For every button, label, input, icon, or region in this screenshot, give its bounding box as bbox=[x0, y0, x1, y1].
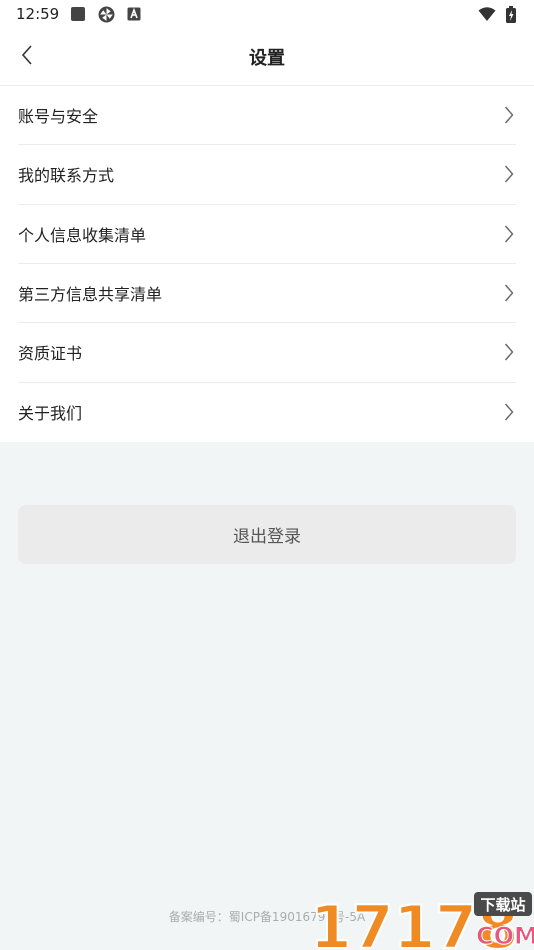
logout-button[interactable]: 退出登录 bbox=[18, 505, 516, 564]
a-box-icon bbox=[125, 5, 143, 23]
square-icon bbox=[69, 5, 87, 23]
menu-item-third-party-sharing[interactable]: 第三方信息共享清单 bbox=[18, 264, 516, 324]
status-bar: 12:59 bbox=[0, 0, 534, 28]
status-right bbox=[478, 5, 520, 23]
menu-item-label: 个人信息收集清单 bbox=[18, 225, 147, 245]
pinwheel-icon bbox=[97, 5, 115, 23]
chevron-left-icon bbox=[21, 45, 33, 69]
menu-item-account-security[interactable]: 账号与安全 bbox=[18, 86, 516, 146]
wifi-icon bbox=[478, 5, 496, 23]
chevron-right-icon bbox=[502, 283, 516, 303]
menu-item-label: 我的联系方式 bbox=[18, 166, 115, 186]
chevron-right-icon bbox=[502, 342, 516, 362]
back-button[interactable] bbox=[12, 42, 42, 72]
menu-item-label: 第三方信息共享清单 bbox=[18, 285, 163, 305]
menu-item-label: 账号与安全 bbox=[18, 107, 99, 127]
battery-charging-icon bbox=[502, 5, 520, 23]
nav-bar: 设置 bbox=[0, 28, 534, 86]
watermark-sub-text: 下载站 bbox=[480, 896, 525, 914]
page-title: 设置 bbox=[249, 47, 285, 69]
menu-item-label: 资质证书 bbox=[18, 344, 83, 364]
chevron-right-icon bbox=[502, 402, 516, 422]
settings-menu: 账号与安全 我的联系方式 个人信息收集清单 第三方信息共享清单 资质证书 关于我… bbox=[0, 86, 534, 442]
menu-item-label: 关于我们 bbox=[18, 404, 83, 424]
menu-item-certificates[interactable]: 资质证书 bbox=[18, 323, 516, 383]
chevron-right-icon bbox=[502, 224, 516, 244]
menu-item-contact-info[interactable]: 我的联系方式 bbox=[18, 145, 516, 205]
menu-item-personal-info-list[interactable]: 个人信息收集清单 bbox=[18, 205, 516, 264]
watermark-logo: 17178 下载站 COM bbox=[308, 886, 534, 950]
chevron-right-icon bbox=[502, 164, 516, 184]
chevron-right-icon bbox=[502, 105, 516, 125]
status-left: 12:59 bbox=[16, 5, 143, 23]
watermark-domain-text: COM bbox=[476, 922, 534, 950]
menu-item-about-us[interactable]: 关于我们 bbox=[18, 383, 516, 442]
status-time: 12:59 bbox=[16, 5, 60, 23]
